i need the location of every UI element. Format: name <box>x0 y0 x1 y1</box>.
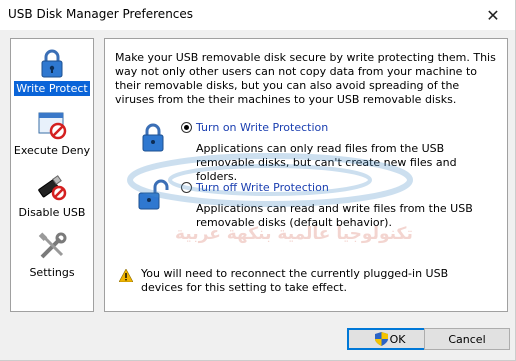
tools-icon <box>38 232 67 259</box>
sidebar-item-execute-deny[interactable]: Execute Deny <box>11 109 93 158</box>
sidebar: Write Protect Execute Deny Disable USB S… <box>10 38 94 312</box>
cancel-button[interactable]: Cancel <box>424 328 510 350</box>
close-button[interactable]: ✕ <box>471 0 515 30</box>
close-icon: ✕ <box>486 5 500 25</box>
turn-on-radio[interactable] <box>181 122 192 133</box>
ok-button[interactable]: OK <box>347 328 433 350</box>
warning-icon <box>119 269 133 282</box>
lock-closed-icon <box>142 123 164 152</box>
usb-disabled-icon <box>38 175 67 201</box>
sidebar-item-disable-usb[interactable]: Disable USB <box>11 171 93 220</box>
turn-on-description: Applications can only read files from th… <box>196 142 457 183</box>
turn-off-radio[interactable] <box>181 182 192 193</box>
turn-off-description: Applications can read and write files fr… <box>196 202 473 229</box>
turn-on-label[interactable]: Turn on Write Protection <box>196 121 328 134</box>
option-turn-off: Turn off Write Protection Applications c… <box>115 179 500 231</box>
title-bar: USB Disk Manager Preferences ✕ <box>0 0 515 30</box>
sidebar-item-label: Settings <box>29 266 75 279</box>
cancel-label: Cancel <box>448 332 486 346</box>
sidebar-item-label: Execute Deny <box>13 144 91 157</box>
turn-off-label[interactable]: Turn off Write Protection <box>196 181 329 194</box>
sidebar-item-label: Write Protect <box>14 81 90 96</box>
sidebar-item-settings[interactable]: Settings <box>11 231 93 280</box>
preferences-window: USB Disk Manager Preferences ✕ Write Pro… <box>0 0 516 361</box>
padlock-icon <box>41 49 63 78</box>
write-protect-panel: Make your USB removable disk secure by w… <box>104 38 508 312</box>
window-deny-icon <box>38 112 67 140</box>
intro-text: Make your USB removable disk secure by w… <box>115 51 496 106</box>
sidebar-item-write-protect[interactable]: Write Protect <box>11 47 93 96</box>
sidebar-item-label: Disable USB <box>18 206 86 219</box>
warning-text: You will need to reconnect the currently… <box>141 267 449 294</box>
ok-label: OK <box>389 332 406 346</box>
window-title: USB Disk Manager Preferences <box>8 7 194 21</box>
option-turn-on: Turn on Write Protection Applications ca… <box>115 121 500 183</box>
lock-open-icon <box>138 179 169 210</box>
dialog-body: Write Protect Execute Deny Disable USB S… <box>0 30 515 360</box>
uac-shield-icon <box>374 332 388 346</box>
